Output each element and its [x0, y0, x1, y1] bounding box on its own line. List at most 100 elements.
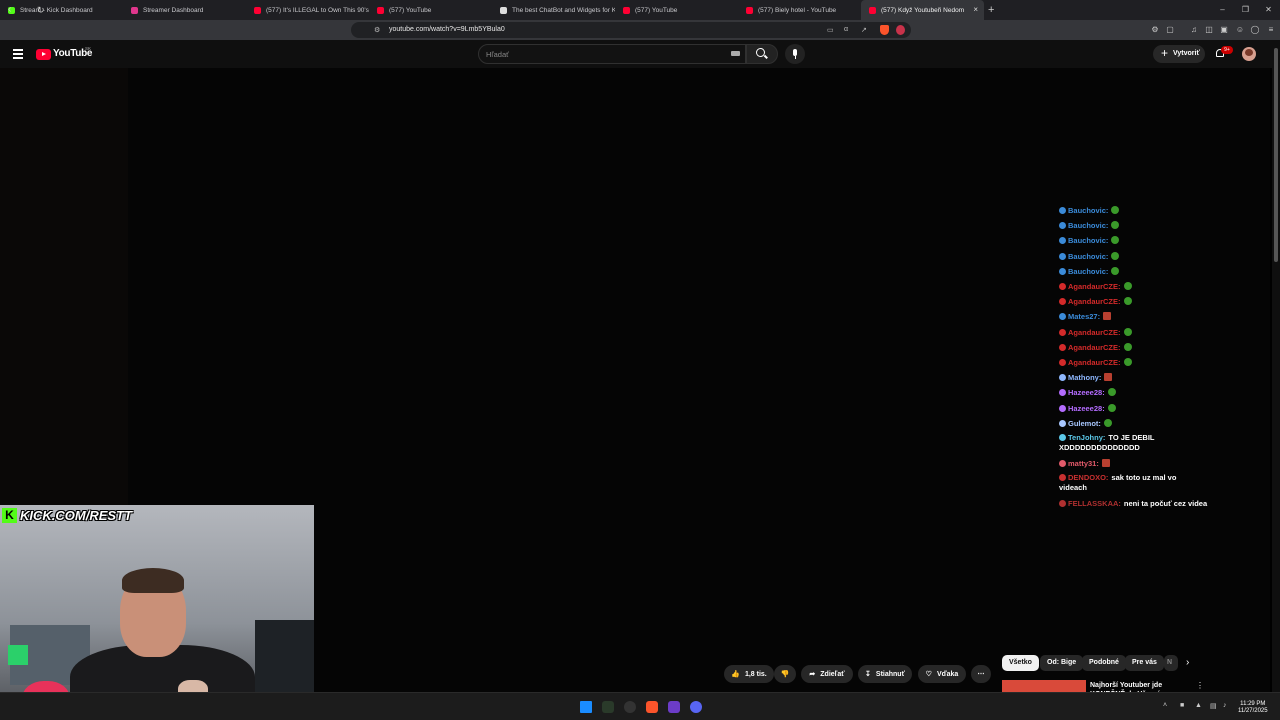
browser-tab[interactable]: Stream - Kick Dashboard — [0, 0, 123, 20]
windows-taskbar — [0, 692, 1280, 720]
share-page-icon[interactable]: ↗ — [861, 26, 867, 34]
youtube-logo-icon[interactable] — [36, 49, 51, 60]
brave-taskbar-icon[interactable] — [646, 701, 658, 713]
extension-icon[interactable]: ▢ — [1165, 25, 1175, 35]
kick-logo-icon: K — [2, 507, 17, 523]
browser-tab[interactable]: Streamer Dashboard — [123, 0, 246, 20]
tab-title: The best ChatBot and Widgets for K — [512, 6, 615, 14]
minimize-icon[interactable]: – — [1211, 0, 1234, 20]
chat-badge-icon — [1059, 374, 1066, 382]
share-button[interactable]: ➦ Zdieľať — [801, 665, 853, 683]
notification-count-badge: 9+ — [1221, 46, 1233, 54]
chat-message: Hazeee28: — [1059, 385, 1269, 400]
recommended-thumbnail[interactable] — [1002, 680, 1086, 692]
chat-username: Bauchovic: — [1068, 221, 1109, 231]
tab-favicon-icon — [746, 6, 753, 14]
chat-username: AgandaurCZE: — [1068, 358, 1121, 368]
thumbs-up-icon: 👍 — [731, 671, 740, 678]
site-info-icon[interactable]: ⚙ — [374, 26, 380, 34]
windows-start-icon[interactable] — [580, 701, 592, 713]
extension-icon[interactable]: ⚙ — [1150, 25, 1160, 35]
tray-app-icon[interactable]: ■ — [1180, 702, 1184, 709]
streamer-hair — [122, 568, 184, 593]
search-placeholder: Hľadať — [486, 50, 509, 59]
reload-icon[interactable]: ↻ — [37, 4, 45, 16]
cast-icon[interactable]: ▭ — [827, 26, 834, 34]
more-actions-button[interactable]: ⋯ — [971, 665, 991, 683]
browser-tab[interactable]: The best ChatBot and Widgets for K — [492, 0, 615, 20]
wallet-icon[interactable]: ▣ — [1219, 25, 1229, 35]
microphone-icon[interactable] — [785, 44, 805, 64]
menu-icon[interactable]: ≡ — [1266, 25, 1276, 35]
browser-tab[interactable]: (577) Když Youtubeři Nedom × — [861, 0, 984, 20]
maximize-icon[interactable]: ❐ — [1234, 0, 1257, 20]
hamburger-menu-icon[interactable] — [13, 49, 23, 61]
tab-title: (577) Když Youtubeři Nedom — [881, 6, 965, 14]
volume-icon[interactable]: ♪ — [1223, 702, 1227, 709]
chat-message: FELLASSKAA: neni ta počuť cez videa — [1059, 496, 1269, 511]
chat-username: matty31: — [1068, 459, 1099, 469]
forward-icon[interactable]: › — [22, 4, 25, 16]
sidebar-icon[interactable]: ◫ — [1204, 25, 1214, 35]
chat-emote-icon — [1123, 327, 1132, 336]
browser-tab[interactable]: (577) It's ILLEGAL to Own This 90's H — [246, 0, 369, 20]
chip-from-bige[interactable]: Od: Bige — [1040, 655, 1084, 671]
taskbar-app-icon[interactable] — [624, 701, 636, 713]
taskbar-app-icon[interactable] — [602, 701, 614, 713]
browser-tab[interactable]: (577) YouTube — [615, 0, 738, 20]
plus-icon: + — [1161, 46, 1169, 60]
taskbar-clock[interactable]: 11:29 PM 11/27/2025 — [1238, 701, 1268, 715]
tray-app-icon[interactable]: ▲ — [1195, 702, 1202, 709]
browser-tab[interactable]: (577) Biely hotel - YouTube — [738, 0, 861, 20]
search-input[interactable]: Hľadať — [478, 44, 746, 64]
back-icon[interactable]: ‹ — [8, 4, 11, 16]
chat-username: DENDOXO: — [1068, 473, 1109, 483]
tab-title: (577) Biely hotel - YouTube — [758, 6, 837, 14]
tab-close-icon[interactable]: × — [973, 5, 978, 14]
chat-username: FELLASSKAA: — [1068, 499, 1121, 509]
keyboard-icon[interactable] — [731, 51, 740, 56]
chat-badge-icon — [1059, 389, 1066, 397]
new-tab-button[interactable]: + — [988, 4, 1002, 16]
tab-favicon-icon — [254, 6, 261, 14]
chips-next-icon[interactable]: › — [1186, 657, 1189, 668]
share-label: Zdieľať — [820, 670, 845, 678]
chat-emote-icon — [1111, 251, 1120, 260]
chip-all[interactable]: Všetko — [1002, 655, 1039, 671]
download-button[interactable]: ↧ Stiahnuť — [858, 665, 912, 683]
network-icon[interactable]: ▤ — [1210, 702, 1217, 710]
search-icon[interactable] — [756, 48, 765, 57]
create-button[interactable]: + Vytvoriť — [1153, 45, 1205, 63]
account-avatar[interactable] — [1242, 47, 1256, 61]
profile-icon[interactable]: ☺ — [1235, 25, 1245, 35]
taskbar-app-icon[interactable] — [668, 701, 680, 713]
chat-badge-icon — [1059, 207, 1066, 214]
brave-shields-icon[interactable] — [880, 25, 889, 35]
browser-tab[interactable]: (577) YouTube — [369, 0, 492, 20]
translate-icon[interactable]: α — [844, 26, 848, 33]
chat-badge-icon — [1059, 359, 1066, 367]
tab-title: (577) It's ILLEGAL to Own This 90's H — [266, 6, 369, 14]
dislike-button[interactable]: 👎 — [774, 665, 796, 683]
chat-badge-icon — [1059, 328, 1066, 336]
chip-more[interactable]: N — [1164, 655, 1178, 671]
recommended-title[interactable]: Najhorší Youtuber jde KONEČNĚ do Vězení — [1090, 681, 1190, 692]
thanks-button[interactable]: ♡ Vďaka — [918, 665, 966, 683]
tray-chevron-icon[interactable]: ˄ — [1163, 702, 1167, 709]
video-frame-left — [0, 68, 128, 508]
vpn-icon[interactable]: ◯ — [1250, 25, 1260, 35]
chip-related[interactable]: Podobné — [1082, 655, 1126, 671]
like-button[interactable]: 👍 1,8 tis. — [724, 665, 774, 683]
url-text[interactable]: youtube.com/watch?v=9Lmb5YBula0 — [389, 26, 505, 33]
discord-taskbar-icon[interactable] — [690, 701, 702, 713]
chip-for-you[interactable]: Pre vás — [1125, 655, 1164, 671]
recommended-menu-icon[interactable]: ⋮ — [1196, 681, 1204, 690]
chat-emote-icon — [1123, 282, 1132, 291]
kick-url-text: KICK.COM/RESTT — [20, 507, 132, 523]
more-dots-icon: ⋯ — [977, 671, 985, 678]
scrollbar-thumb[interactable] — [1274, 48, 1278, 262]
media-icon[interactable]: ♫ — [1189, 25, 1199, 35]
chat-message: AgandaurCZE: — [1059, 355, 1269, 370]
brave-rewards-icon[interactable] — [896, 25, 905, 35]
close-window-icon[interactable]: ✕ — [1257, 0, 1280, 20]
